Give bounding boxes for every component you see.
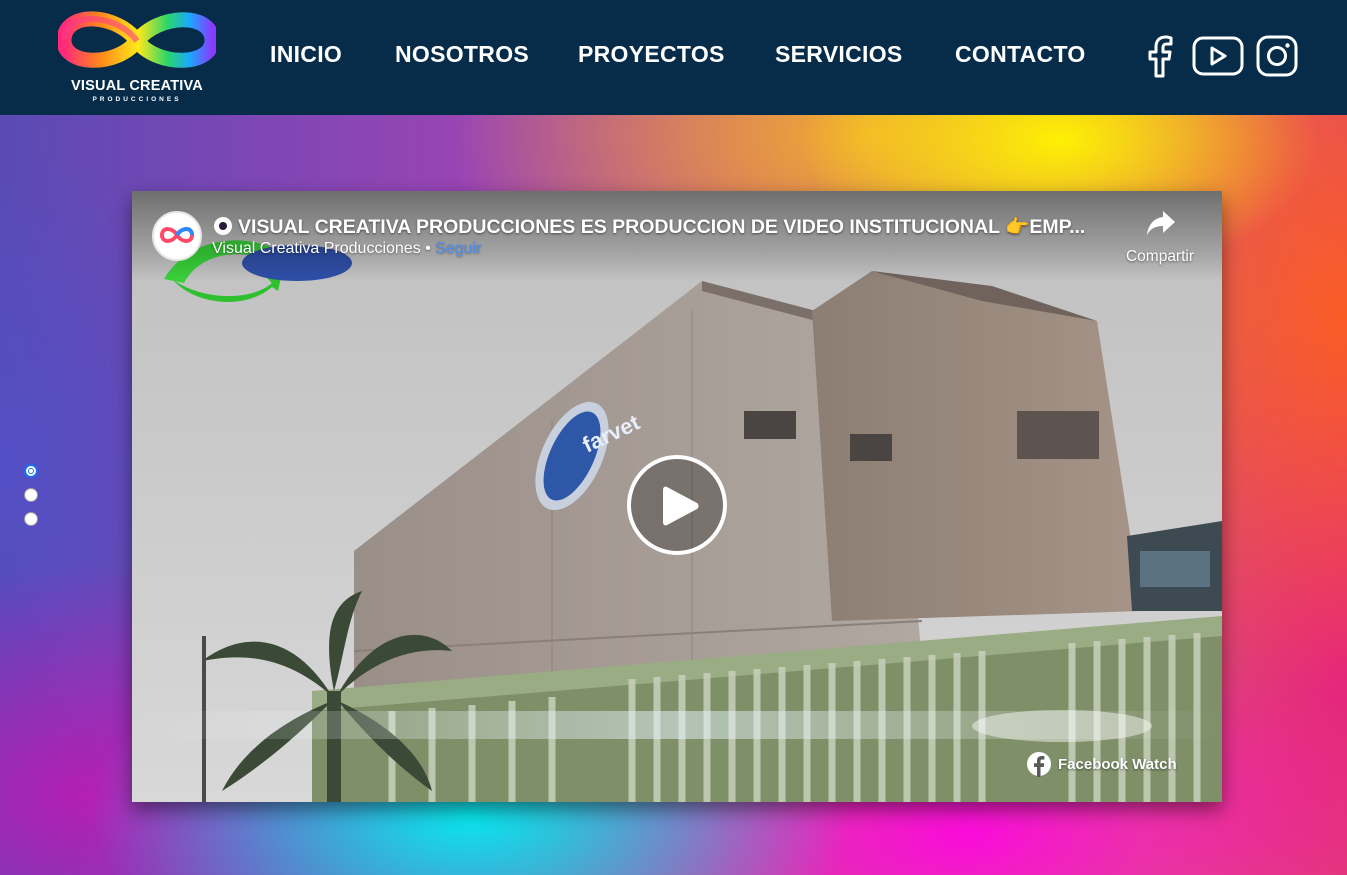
video-title[interactable]: VISUAL CREATIVA PRODUCCIONES ES PRODUCCI… xyxy=(214,215,1124,239)
nav-item-servicios[interactable]: SERVICIOS xyxy=(775,41,903,68)
facebook-icon[interactable] xyxy=(1146,33,1178,79)
play-icon xyxy=(663,486,699,526)
channel-name[interactable]: Visual Creativa Producciones xyxy=(212,240,421,257)
facebook-video-embed[interactable]: farvet VISUAL CREATIVA PRODUCCIONES ES P… xyxy=(132,191,1222,802)
facebook-watch-label: Facebook Watch xyxy=(1058,756,1177,773)
site-header: VISUAL CREATIVA PRODUCCIONES INICIO NOSO… xyxy=(0,0,1347,115)
youtube-icon[interactable] xyxy=(1192,36,1244,76)
channel-avatar[interactable] xyxy=(152,211,202,261)
channel-logo-icon xyxy=(159,227,195,243)
infinity-logo-icon xyxy=(58,11,216,68)
hero-section: farvet VISUAL CREATIVA PRODUCCIONES ES P… xyxy=(0,115,1347,875)
logo-tagline: PRODUCCIONES xyxy=(92,96,182,103)
share-button[interactable]: Compartir xyxy=(1122,207,1198,267)
instagram-icon[interactable] xyxy=(1256,35,1298,77)
carousel-dot-3[interactable] xyxy=(24,512,38,526)
nav-item-inicio[interactable]: INICIO xyxy=(270,41,342,68)
follow-link[interactable]: Seguir xyxy=(435,240,481,257)
eye-emoji-icon xyxy=(214,217,232,235)
site-logo[interactable]: VISUAL CREATIVA PRODUCCIONES xyxy=(56,6,216,110)
logo-title: VISUAL CREATIVA xyxy=(71,78,203,94)
nav-item-proyectos[interactable]: PROYECTOS xyxy=(578,41,725,68)
channel-line: Visual Creativa Producciones • Seguir xyxy=(212,240,481,258)
facebook-logo-icon xyxy=(1027,752,1051,777)
nav-item-nosotros[interactable]: NOSOTROS xyxy=(395,41,529,68)
nav-item-contacto[interactable]: CONTACTO xyxy=(955,41,1086,68)
share-label: Compartir xyxy=(1125,248,1195,265)
carousel-dots xyxy=(24,464,40,530)
video-title-text: VISUAL CREATIVA PRODUCCIONES ES PRODUCCI… xyxy=(238,216,1086,238)
carousel-dot-1[interactable] xyxy=(24,464,38,478)
channel-separator: • xyxy=(420,240,436,257)
play-button[interactable] xyxy=(627,455,727,555)
share-arrow-icon xyxy=(1147,211,1175,235)
carousel-dot-2[interactable] xyxy=(24,488,38,502)
